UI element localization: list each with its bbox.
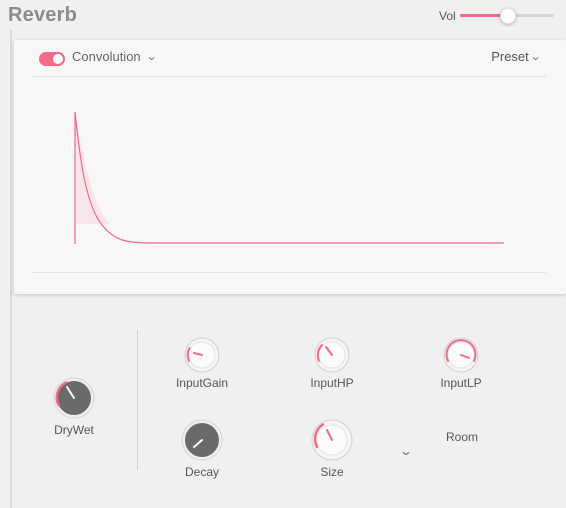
decay-knob[interactable] bbox=[180, 418, 224, 462]
size-label: Size bbox=[320, 465, 344, 479]
reverb-plugin-window: Reverb Vol Convolution ⌄ Preset ⌄ DryWet… bbox=[0, 0, 566, 508]
inputlp-label: InputLP bbox=[440, 376, 482, 390]
page-title: Reverb bbox=[8, 4, 78, 26]
inputlp-knob[interactable] bbox=[442, 336, 480, 374]
drywet-label: DryWet bbox=[54, 423, 94, 437]
size-knob[interactable] bbox=[310, 418, 354, 462]
inputhp-knob[interactable] bbox=[313, 336, 351, 374]
inputhp-label: InputHP bbox=[310, 376, 354, 390]
volume-slider-thumb[interactable] bbox=[500, 8, 516, 24]
controls-divider bbox=[137, 330, 138, 470]
drywet-knob[interactable] bbox=[52, 376, 96, 420]
inputgain-knob[interactable] bbox=[183, 336, 221, 374]
impulse-response-graph bbox=[74, 111, 504, 244]
chevron-down-icon[interactable]: ⌄ bbox=[399, 444, 413, 458]
inputgain-label: InputGain bbox=[175, 376, 229, 390]
room-label[interactable]: Room bbox=[446, 430, 478, 444]
panel-divider-bottom bbox=[32, 272, 546, 273]
decay-label: Decay bbox=[184, 465, 219, 479]
volume-label: Vol bbox=[439, 9, 456, 23]
controls-section: DryWet InputGain InputHP InputLP Decay S… bbox=[12, 296, 566, 508]
impulse-response-curve bbox=[74, 111, 504, 244]
impulse-response-panel: Convolution ⌄ Preset ⌄ bbox=[14, 40, 566, 294]
